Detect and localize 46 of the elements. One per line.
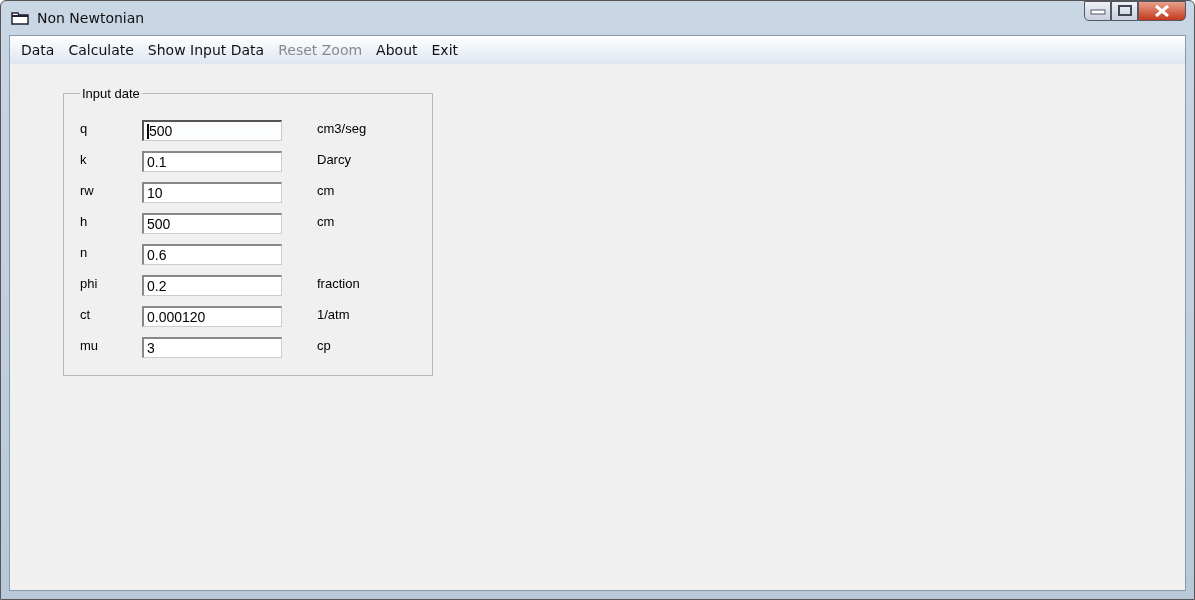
menu-item[interactable]: Exit	[424, 40, 466, 60]
window-icon	[11, 11, 29, 25]
minimize-button[interactable]	[1084, 1, 1111, 21]
field-label: k	[80, 152, 88, 167]
input-field[interactable]: 500	[142, 213, 282, 234]
input-field[interactable]: 500	[142, 120, 282, 141]
menu-item[interactable]: Show Input Data	[140, 40, 272, 60]
window-title: Non Newtonian	[37, 10, 145, 26]
menu-item[interactable]: Calculate	[61, 40, 141, 60]
close-icon	[1153, 5, 1171, 17]
field-label: q	[80, 121, 89, 136]
input-field[interactable]: 0.1	[142, 151, 282, 172]
field-value: 0.6	[147, 247, 167, 263]
field-value: 10	[147, 185, 163, 201]
unit-label: Darcy	[317, 152, 351, 167]
close-button[interactable]	[1138, 1, 1186, 21]
input-field[interactable]: 3	[142, 337, 282, 358]
input-field[interactable]: 10	[142, 182, 282, 203]
maximize-button[interactable]	[1111, 1, 1138, 21]
unit-label: cm	[317, 183, 335, 198]
field-value: 3	[147, 340, 155, 356]
unit-label: 1/atm	[317, 307, 350, 322]
field-label: phi	[80, 276, 99, 291]
unit-label: fraction	[317, 276, 360, 291]
group-title: Input date	[81, 86, 141, 101]
text-cursor	[147, 123, 149, 139]
menu-item[interactable]: Data	[14, 40, 62, 60]
field-value: 0.000120	[147, 309, 206, 325]
field-label: rw	[80, 183, 95, 198]
field-label: ct	[80, 307, 92, 322]
input-field[interactable]: 0.6	[142, 244, 282, 265]
field-value: 0.1	[147, 154, 167, 170]
input-field[interactable]: 0.2	[142, 275, 282, 296]
field-label: h	[80, 214, 89, 229]
unit-label: cm3/seg	[317, 121, 367, 136]
input-field[interactable]: 0.000120	[142, 306, 282, 327]
maximize-icon	[1116, 5, 1133, 17]
minimize-icon	[1089, 7, 1106, 15]
field-value: 500	[147, 216, 171, 232]
unit-label: cp	[317, 338, 331, 353]
unit-label: cm	[317, 214, 335, 229]
field-label: n	[80, 245, 89, 260]
field-value: 500	[149, 123, 173, 139]
field-value: 0.2	[147, 278, 167, 294]
field-label: mu	[80, 338, 100, 353]
menu-item[interactable]: About	[369, 40, 425, 60]
